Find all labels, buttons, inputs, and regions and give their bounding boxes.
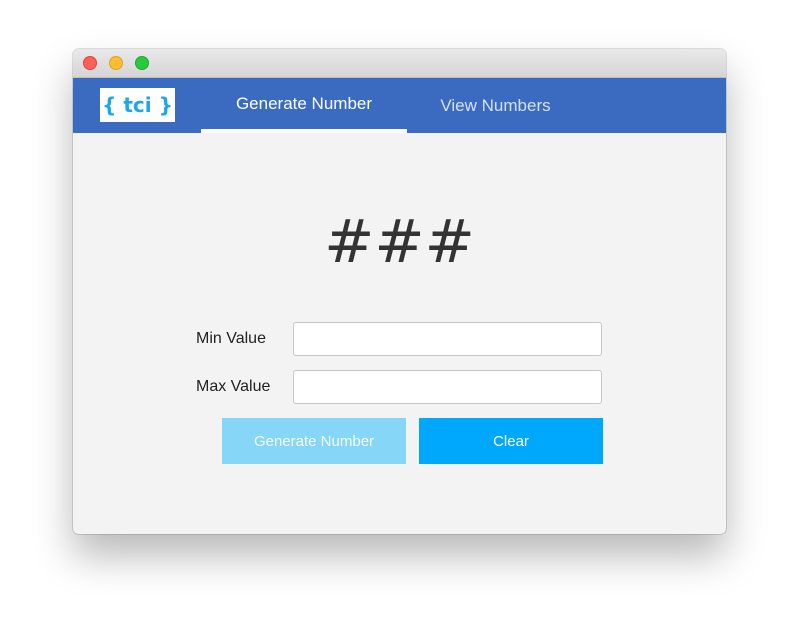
min-value-label: Min Value bbox=[196, 330, 266, 347]
navbar: { tci } Generate Number View Numbers bbox=[73, 78, 726, 133]
min-value-input[interactable] bbox=[293, 322, 602, 356]
generated-number-display: ### bbox=[324, 207, 475, 277]
tci-logo: { tci } bbox=[100, 88, 175, 122]
app-window: { tci } Generate Number View Numbers ###… bbox=[73, 49, 726, 534]
tab-generate-number[interactable]: Generate Number bbox=[201, 78, 407, 133]
maximize-window-button[interactable] bbox=[135, 56, 149, 70]
minimize-window-button[interactable] bbox=[109, 56, 123, 70]
close-window-button[interactable] bbox=[83, 56, 97, 70]
clear-button[interactable]: Clear bbox=[419, 418, 603, 464]
generate-number-button[interactable]: Generate Number bbox=[222, 418, 406, 464]
max-value-label: Max Value bbox=[196, 378, 271, 395]
tab-view-numbers[interactable]: View Numbers bbox=[418, 78, 573, 133]
title-bar[interactable] bbox=[73, 49, 726, 78]
max-value-input[interactable] bbox=[293, 370, 602, 404]
